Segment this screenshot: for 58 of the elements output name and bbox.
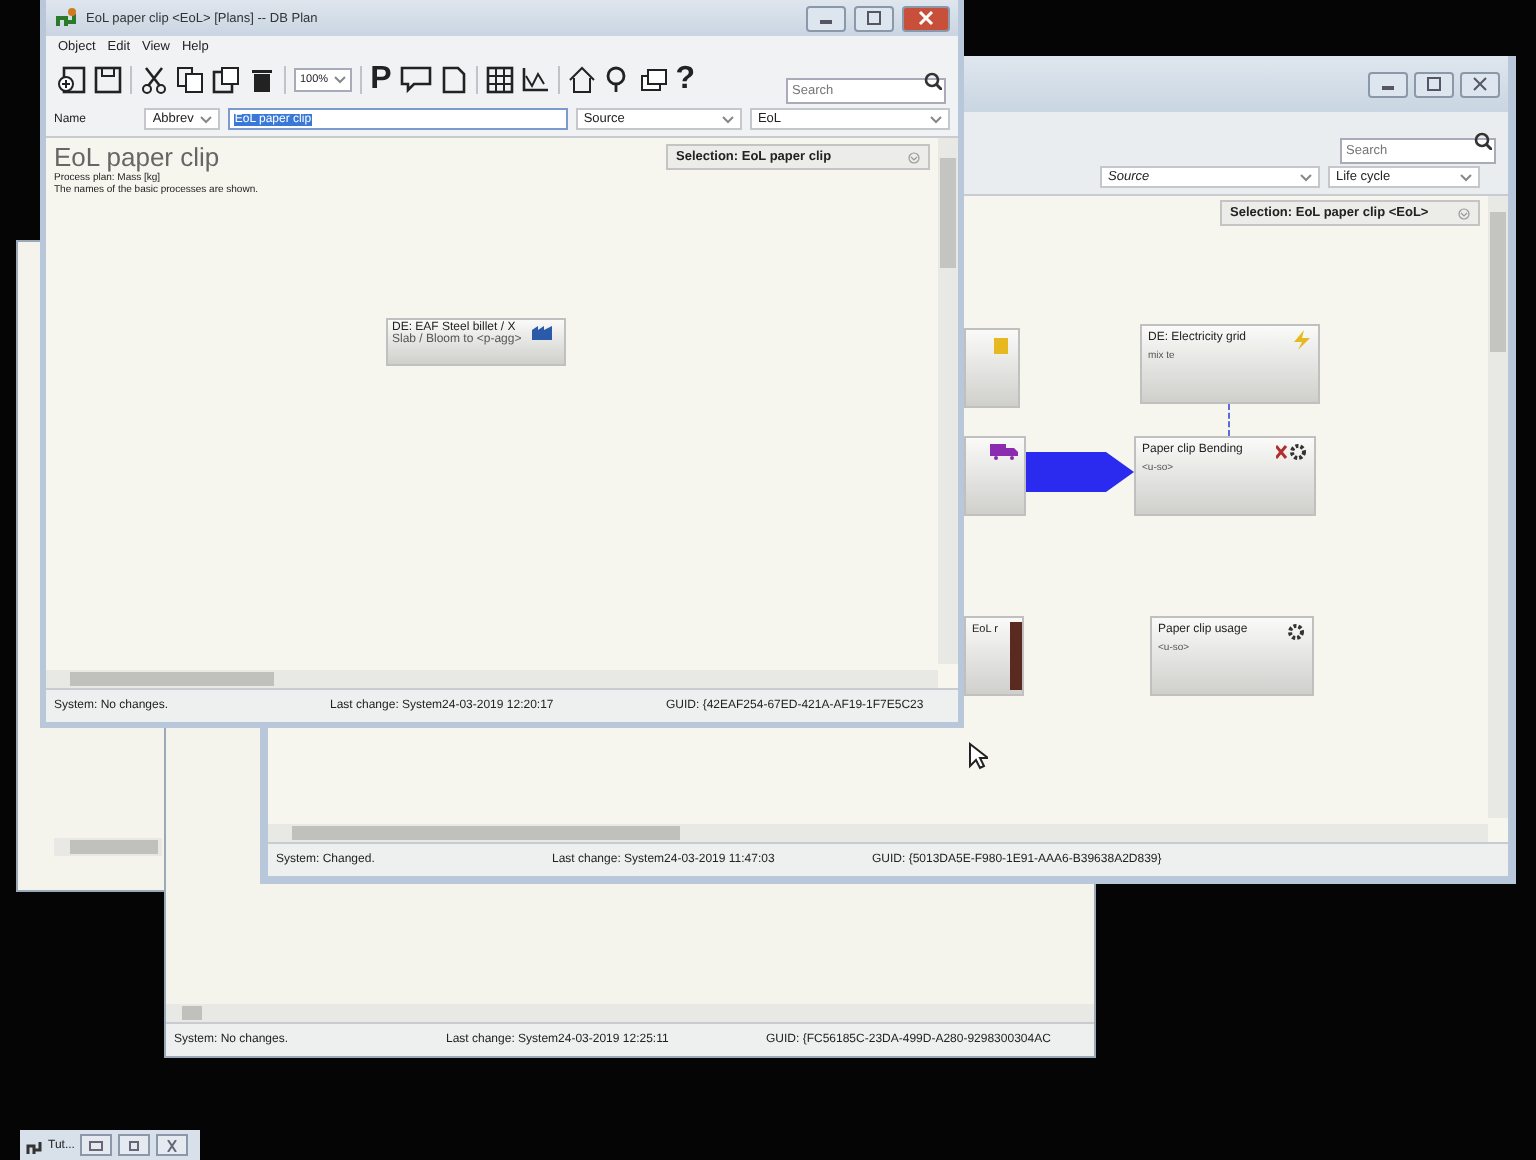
- process-node[interactable]: [964, 328, 1020, 408]
- gear-icon: [1286, 622, 1306, 642]
- new-icon[interactable]: [58, 66, 86, 94]
- maximize-icon: [864, 10, 884, 26]
- restore-button[interactable]: [80, 1134, 113, 1156]
- horizontal-scrollbar[interactable]: [166, 1004, 1094, 1022]
- windows-icon[interactable]: [639, 66, 668, 94]
- close-button[interactable]: [1460, 71, 1500, 97]
- app-icon: [54, 6, 78, 30]
- comment-icon[interactable]: [399, 66, 432, 94]
- restore-icon: [88, 1139, 105, 1151]
- vertical-scrollbar[interactable]: [938, 138, 958, 664]
- expand-icon: [908, 151, 920, 163]
- close-icon: [916, 10, 936, 26]
- delete-icon[interactable]: [248, 66, 276, 94]
- vertical-scrollbar[interactable]: [1488, 196, 1508, 818]
- horizontal-scrollbar[interactable]: [54, 838, 162, 856]
- truck-icon: [990, 442, 1018, 460]
- chevron-icon: [1460, 173, 1472, 181]
- close-icon: [1470, 76, 1490, 92]
- copy-icon[interactable]: [176, 66, 204, 94]
- process-node[interactable]: [964, 436, 1026, 516]
- maximize-button[interactable]: [854, 5, 894, 31]
- horizontal-scrollbar[interactable]: [268, 824, 1488, 842]
- fuel-icon: [992, 334, 1012, 354]
- table-icon[interactable]: [485, 66, 514, 94]
- minimize-button[interactable]: [1368, 71, 1408, 97]
- close-button[interactable]: [902, 5, 950, 31]
- page-icon[interactable]: [439, 66, 468, 94]
- flow-arrow: [1026, 448, 1134, 496]
- expand-icon: [1458, 207, 1470, 219]
- factory-icon: [532, 324, 552, 340]
- chevron-icon: [721, 115, 734, 123]
- end-of-life-bar: [1010, 622, 1022, 690]
- plan-title: EoL paper clip: [54, 144, 220, 172]
- save-icon[interactable]: [94, 66, 122, 94]
- mouse-pointer-icon: [968, 742, 988, 770]
- maximize-button[interactable]: [118, 1134, 151, 1156]
- app-icon: [26, 1137, 42, 1153]
- plan-button[interactable]: P: [370, 64, 392, 96]
- minimize-button[interactable]: [806, 5, 846, 31]
- close-icon: [164, 1139, 181, 1151]
- lightning-icon: [1292, 330, 1312, 350]
- help-button[interactable]: ?: [675, 64, 696, 96]
- paste-icon[interactable]: [212, 66, 240, 94]
- maximize-icon: [1424, 76, 1444, 92]
- gear-icon: [1276, 442, 1308, 462]
- close-button[interactable]: [156, 1134, 189, 1156]
- chevron-icon: [930, 115, 943, 123]
- chevron-icon: [200, 115, 213, 123]
- chevron-icon: [334, 76, 347, 84]
- maximize-icon: [126, 1139, 143, 1151]
- horizontal-scrollbar[interactable]: [46, 670, 938, 688]
- cut-icon[interactable]: [140, 66, 168, 94]
- chevron-icon: [1300, 173, 1312, 181]
- home-icon[interactable]: [567, 66, 596, 94]
- chart-icon[interactable]: [521, 66, 550, 94]
- maximize-button[interactable]: [1414, 71, 1454, 97]
